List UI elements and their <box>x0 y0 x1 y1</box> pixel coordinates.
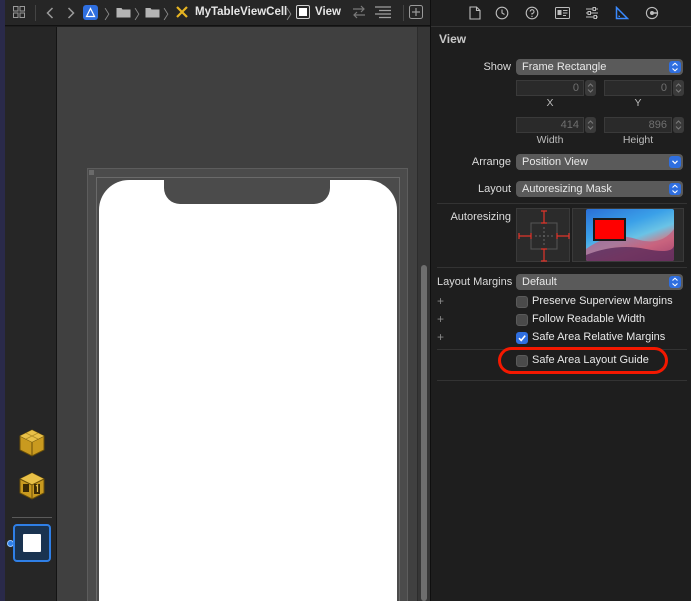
x-caption: X <box>546 97 554 109</box>
show-popup[interactable]: Frame Rectangle <box>516 59 683 75</box>
height-field[interactable]: 896 <box>604 117 672 133</box>
breadcrumb-view[interactable]: View <box>315 6 341 18</box>
folder-icon[interactable] <box>145 6 160 18</box>
layout-label: Layout <box>477 183 511 195</box>
layout-margins-popup-value: Default <box>522 276 557 288</box>
x-field[interactable]: 0 <box>516 80 584 96</box>
arrange-popup[interactable]: Position View <box>516 154 683 170</box>
preserve-superview-margins-checkbox[interactable] <box>516 296 528 308</box>
autoresizing-mask-control[interactable] <box>516 208 570 262</box>
popup-chevron-icon <box>669 183 681 195</box>
inspector-tab-bar <box>431 0 691 27</box>
file-icon[interactable] <box>466 4 484 22</box>
follow-readable-width-label: Follow Readable Width <box>532 313 646 325</box>
section-title: View <box>439 32 467 46</box>
view-square-icon <box>23 534 41 552</box>
width-field[interactable]: 414 <box>516 117 584 133</box>
highlight-annotation-ring <box>498 347 668 374</box>
folder-icon[interactable] <box>116 6 131 18</box>
autoresizing-label: Autoresizing <box>450 211 511 223</box>
height-caption: Height <box>622 134 654 146</box>
help-icon[interactable] <box>523 4 541 22</box>
forward-chevron-icon[interactable] <box>65 5 77 21</box>
x-stepper[interactable] <box>585 80 596 96</box>
device-screen-view[interactable] <box>99 180 397 601</box>
section-divider <box>437 267 687 268</box>
connections-icon[interactable] <box>643 4 661 22</box>
section-divider <box>437 380 687 381</box>
popup-chevron-icon <box>669 276 681 288</box>
canvas-scrollbar[interactable] <box>417 27 430 601</box>
toolbar-divider <box>35 5 36 21</box>
frame-resize-handle[interactable] <box>89 170 94 175</box>
lines-icon[interactable] <box>374 5 392 19</box>
follow-readable-width-checkbox[interactable] <box>516 314 528 326</box>
width-stepper[interactable] <box>585 117 596 133</box>
outline-view-item[interactable] <box>13 524 51 562</box>
back-chevron-icon[interactable] <box>44 5 56 21</box>
size-icon[interactable] <box>613 4 631 22</box>
popup-chevron-down-icon <box>669 156 681 168</box>
sidebar-divider <box>12 517 52 518</box>
autoresizing-preview-view <box>593 218 626 241</box>
layout-popup-value: Autoresizing Mask <box>522 183 612 195</box>
width-caption: Width <box>536 134 564 146</box>
app-icon[interactable] <box>83 5 98 20</box>
y-stepper[interactable] <box>673 80 684 96</box>
view-icon[interactable] <box>296 5 310 19</box>
height-stepper[interactable] <box>673 117 684 133</box>
y-caption: Y <box>634 97 642 109</box>
preserve-superview-margins-label: Preserve Superview Margins <box>532 295 673 307</box>
editor-jump-bar: 〉 〉 〉 MyTableViewCell 〉 View <box>5 0 430 26</box>
attributes-icon[interactable] <box>583 4 601 22</box>
layout-popup[interactable]: Autoresizing Mask <box>516 181 683 197</box>
document-outline-sidebar <box>5 27 57 601</box>
swap-arrows-icon[interactable] <box>352 5 366 19</box>
show-label: Show <box>483 61 511 73</box>
y-field[interactable]: 0 <box>604 80 672 96</box>
layout-margins-label: Layout Margins <box>437 276 513 288</box>
device-notch <box>164 180 330 204</box>
scrollbar-thumb[interactable] <box>421 265 427 601</box>
layout-margins-popup[interactable]: Default <box>516 274 683 290</box>
arrange-popup-value: Position View <box>522 156 588 168</box>
placeholder-cube-icon[interactable] <box>17 428 47 458</box>
toolbar-divider <box>403 5 404 21</box>
breadcrumb-file[interactable]: MyTableViewCell <box>195 6 287 18</box>
add-variation-plus-icon[interactable]: + <box>437 294 444 308</box>
xib-icon[interactable] <box>175 5 189 19</box>
safe-area-relative-margins-checkbox[interactable] <box>516 332 528 344</box>
object-cube-icon[interactable] <box>17 471 47 501</box>
popup-chevron-icon <box>669 61 681 73</box>
arrange-label: Arrange <box>471 156 511 168</box>
add-variation-plus-icon[interactable]: + <box>437 312 444 326</box>
add-editor-icon[interactable] <box>409 5 423 19</box>
add-variation-plus-icon[interactable]: + <box>437 330 444 344</box>
identity-icon[interactable] <box>553 4 571 22</box>
grid-icon[interactable] <box>12 5 26 19</box>
autoresizing-struts-icon <box>518 210 570 262</box>
checkmark-icon <box>518 335 526 342</box>
show-popup-value: Frame Rectangle <box>522 61 607 73</box>
history-icon[interactable] <box>493 4 511 22</box>
safe-area-relative-margins-label: Safe Area Relative Margins <box>532 331 666 343</box>
section-divider <box>437 203 687 204</box>
